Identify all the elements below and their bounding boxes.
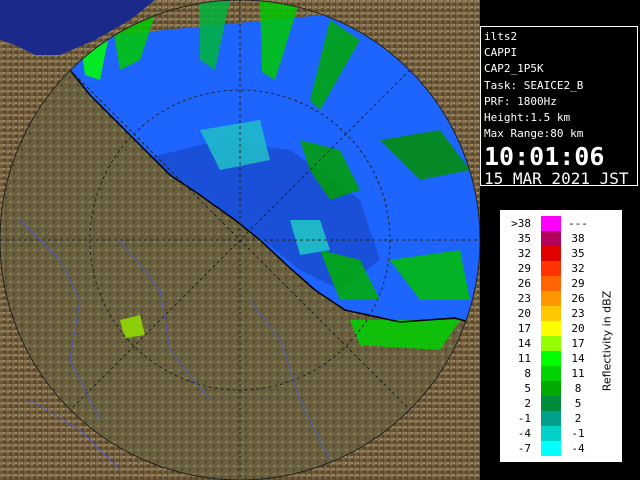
legend-lower-value: 29 xyxy=(517,262,531,275)
legend-color-swatch xyxy=(541,336,561,351)
legend-lower-value: -1 xyxy=(517,412,531,425)
legend-color-swatch xyxy=(541,381,561,396)
legend-row: 14 17 xyxy=(507,336,593,351)
legend-lower-value: -7 xyxy=(517,442,531,455)
legend-lower-value: >38 xyxy=(511,217,531,230)
legend-lower-value: 14 xyxy=(517,337,531,350)
legend-upper-value: 5 xyxy=(574,397,582,410)
product-code: CAP2_1P5K xyxy=(484,62,544,76)
legend-row: 32 35 xyxy=(507,246,593,261)
legend-row: 11 14 xyxy=(507,351,593,366)
legend-upper-value: 32 xyxy=(571,262,585,275)
legend-row: -1 2 xyxy=(507,411,593,426)
legend-lower-value: 5 xyxy=(524,382,531,395)
legend-color-swatch xyxy=(541,231,561,246)
legend-color-swatch xyxy=(541,351,561,366)
legend-upper-value: -1 xyxy=(571,427,585,440)
legend-title: Reflectivity in dBZ xyxy=(597,246,617,436)
legend-lower-value: 8 xyxy=(524,367,531,380)
legend-row: -7 -4 xyxy=(507,441,593,456)
legend-lower-value: 20 xyxy=(517,307,531,320)
legend-lower-value: 23 xyxy=(517,292,531,305)
legend-upper-value: -4 xyxy=(571,442,585,455)
legend-upper-value: 20 xyxy=(571,322,585,335)
legend-color-swatch xyxy=(541,411,561,426)
height-label: Height:1.5 km xyxy=(484,111,571,125)
station-name: ilts2 xyxy=(484,30,518,43)
legend-upper-value: 38 xyxy=(571,232,585,245)
color-legend: >38 --- 35 38 32 35 29 32 26 29 23 26 20 23 17 20 14 17 11… xyxy=(500,210,622,462)
legend-color-swatch xyxy=(541,396,561,411)
legend-scale: >38 --- 35 38 32 35 29 32 26 29 23 26 20 23 17 20 14 17 11… xyxy=(507,216,593,456)
legend-upper-value: 26 xyxy=(571,292,585,305)
radar-map xyxy=(0,0,480,480)
legend-upper-value: 23 xyxy=(571,307,585,320)
legend-row: 35 38 xyxy=(507,231,593,246)
max-range-label: Max Range:80 km xyxy=(484,127,584,141)
timestamp-date: 15 MAR 2021 JST xyxy=(484,169,629,189)
legend-lower-value: 32 xyxy=(517,247,531,260)
legend-row: 58 xyxy=(507,381,593,396)
legend-upper-value: 17 xyxy=(571,337,585,350)
legend-color-swatch xyxy=(541,246,561,261)
prf-label: PRF: 1800Hz xyxy=(484,94,557,108)
timestamp-time: 10:01:06 xyxy=(484,142,605,172)
legend-color-swatch xyxy=(541,321,561,336)
info-panel: ilts2 CAPPI CAP2_1P5K Task: SEAICE2_B PR… xyxy=(480,26,638,189)
legend-color-swatch xyxy=(541,291,561,306)
legend-upper-value: 14 xyxy=(571,352,585,365)
legend-lower-value: 17 xyxy=(517,322,531,335)
legend-row: -4 -1 xyxy=(507,426,593,441)
legend-upper-value: 29 xyxy=(571,277,585,290)
legend-upper-value: --- xyxy=(568,217,588,230)
legend-upper-value: 8 xyxy=(574,382,582,395)
legend-color-swatch xyxy=(541,366,561,381)
legend-color-swatch xyxy=(541,261,561,276)
product-type: CAPPI xyxy=(484,46,518,60)
legend-row: >38 --- xyxy=(507,216,593,231)
legend-row: 26 29 xyxy=(507,276,593,291)
legend-row: 20 23 xyxy=(507,306,593,321)
legend-lower-value: 26 xyxy=(517,277,531,290)
legend-row: 17 20 xyxy=(507,321,593,336)
legend-color-swatch xyxy=(541,276,561,291)
legend-row: 29 32 xyxy=(507,261,593,276)
legend-title-text: Reflectivity in dBZ xyxy=(600,290,614,392)
legend-lower-value: -4 xyxy=(517,427,531,440)
legend-lower-value: 35 xyxy=(517,232,531,245)
legend-color-swatch xyxy=(541,306,561,321)
legend-color-swatch xyxy=(541,216,561,231)
legend-lower-value: 11 xyxy=(517,352,531,365)
legend-row: 8 11 xyxy=(507,366,593,381)
legend-upper-value: 11 xyxy=(571,367,585,380)
legend-upper-value: 35 xyxy=(571,247,585,260)
legend-color-swatch xyxy=(541,441,561,456)
legend-color-swatch xyxy=(541,426,561,441)
legend-lower-value: 2 xyxy=(524,397,531,410)
legend-row: 23 26 xyxy=(507,291,593,306)
legend-upper-value: 2 xyxy=(574,412,582,425)
task-label: Task: SEAICE2_B xyxy=(484,78,584,92)
legend-row: 25 xyxy=(507,396,593,411)
